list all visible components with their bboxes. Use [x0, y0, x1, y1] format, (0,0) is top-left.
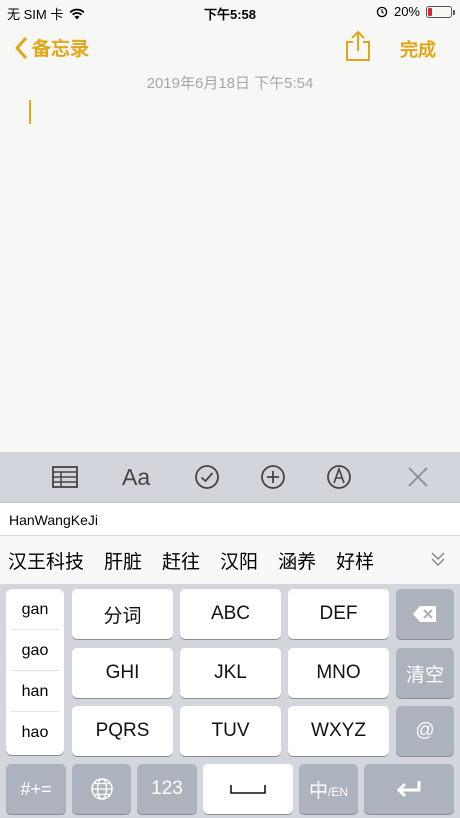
nav-bar: 备忘录 完成: [0, 24, 460, 70]
alarm-icon: [376, 6, 388, 17]
at-key[interactable]: @: [396, 706, 454, 756]
text-format-button[interactable]: Aa: [122, 464, 150, 491]
candidate[interactable]: 肝脏: [96, 547, 154, 574]
key-pqrs[interactable]: PQRS: [72, 706, 173, 756]
numbers-key[interactable]: 123: [137, 764, 197, 814]
key-jkl[interactable]: JKL: [180, 648, 281, 698]
keyboard: gan gao han hao 分词 ABC DEF GHI JKL MNO 清…: [0, 584, 460, 818]
add-icon[interactable]: [259, 463, 287, 491]
globe-button[interactable]: [72, 764, 131, 814]
key-wxyz[interactable]: WXYZ: [288, 706, 389, 756]
composition-bar: HanWangKeJi: [0, 502, 460, 536]
space-icon: [230, 785, 266, 794]
candidate[interactable]: 好样: [328, 547, 386, 574]
table-icon[interactable]: [51, 463, 79, 491]
space-key[interactable]: [203, 764, 293, 814]
back-button[interactable]: 备忘录: [14, 34, 89, 61]
pinyin-option[interactable]: gan: [11, 589, 59, 630]
clear-button[interactable]: 清空: [396, 648, 454, 698]
delete-button[interactable]: [396, 589, 454, 639]
language-sub: /EN: [328, 785, 349, 799]
candidate[interactable]: 汉阳: [212, 547, 270, 574]
checklist-icon[interactable]: [193, 463, 221, 491]
return-key[interactable]: [364, 764, 454, 814]
note-date: 2019年6月18日 下午5:54: [146, 75, 314, 92]
chevron-left-icon: [15, 37, 27, 58]
battery-icon: [426, 5, 455, 18]
globe-icon: [90, 778, 113, 800]
key-tuv[interactable]: TUV: [180, 706, 281, 756]
symbols-key[interactable]: #+=: [6, 764, 66, 814]
format-toolbar: Aa: [0, 452, 460, 502]
pinyin-option[interactable]: hao: [11, 712, 59, 753]
close-icon[interactable]: [404, 463, 432, 491]
key-def[interactable]: DEF: [288, 589, 389, 639]
status-right: 20%: [376, 4, 455, 19]
backspace-icon: [413, 606, 436, 622]
pinyin-list: gan gao han hao: [6, 589, 64, 755]
share-icon[interactable]: [343, 30, 373, 62]
battery-fill: [428, 7, 432, 16]
candidate-bar: 汉王科技 肝脏 赶往 汉阳 涵养 好样: [0, 536, 460, 584]
done-button[interactable]: 完成: [400, 36, 436, 62]
key-mno[interactable]: MNO: [288, 648, 389, 698]
key-abc[interactable]: ABC: [180, 589, 281, 639]
text-caret[interactable]: [29, 100, 31, 124]
candidate[interactable]: 涵养: [270, 547, 328, 574]
key-ghi[interactable]: GHI: [72, 648, 173, 698]
markup-icon[interactable]: [325, 463, 353, 491]
back-label: 备忘录: [32, 39, 90, 60]
candidate[interactable]: 赶往: [154, 547, 212, 574]
status-bar: 无 SIM 卡 下午5:58 20%: [0, 0, 460, 24]
candidate[interactable]: 汉王科技: [0, 547, 96, 574]
battery-percent: 20%: [393, 4, 420, 19]
pinyin-option[interactable]: han: [11, 671, 59, 712]
expand-candidates-icon[interactable]: [430, 549, 446, 569]
key-segment[interactable]: 分词: [72, 589, 173, 639]
pinyin-option[interactable]: gao: [11, 630, 59, 671]
composition-text: HanWangKeJi: [9, 512, 98, 528]
return-icon: [396, 781, 421, 798]
language-main: 中: [308, 780, 328, 802]
language-switch-key[interactable]: 中/EN: [299, 764, 358, 814]
